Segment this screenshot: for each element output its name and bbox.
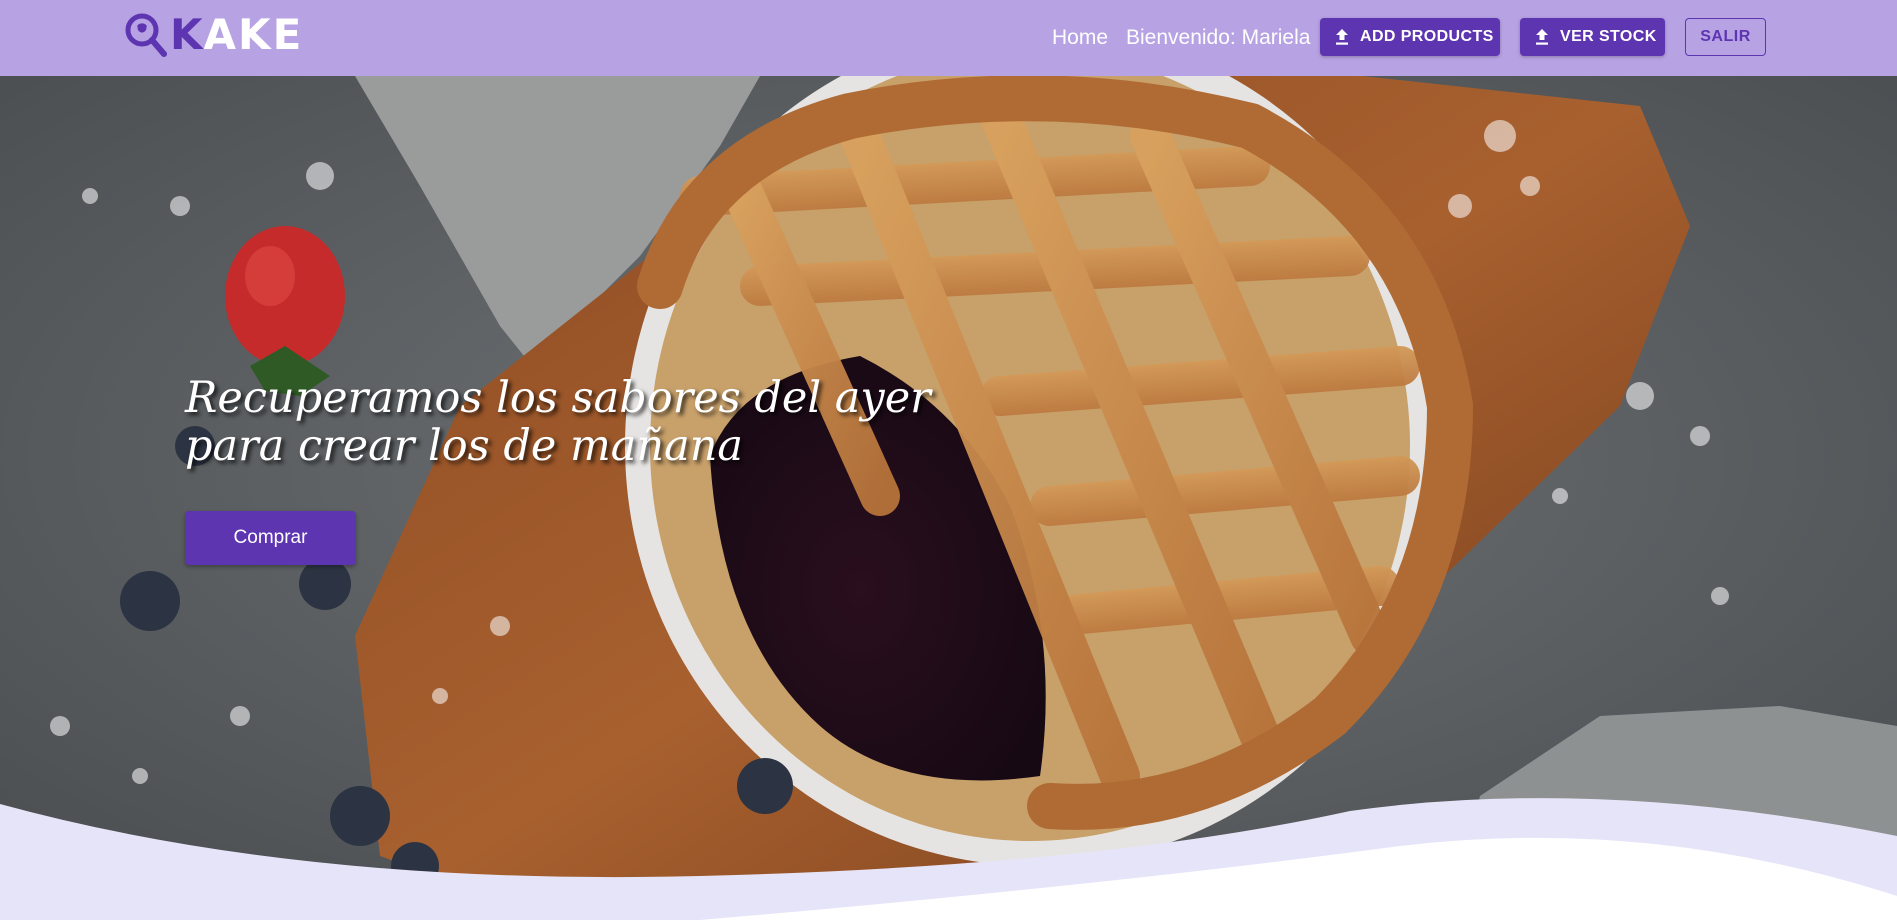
- nav-welcome-text: Bienvenido: Mariela: [1126, 26, 1311, 49]
- brand-logo[interactable]: K AKE: [124, 12, 303, 58]
- comprar-button[interactable]: Comprar: [185, 511, 356, 565]
- hero-title-line-1: Recuperamos los sabores del ayer: [185, 373, 931, 423]
- hero-title: Recuperamos los sabores del ayer para cr…: [185, 374, 931, 470]
- map-pin-search-icon: [124, 12, 168, 58]
- hero-bottom-wave: [0, 798, 1897, 920]
- salir-button[interactable]: SALIR: [1685, 18, 1766, 56]
- upload-icon: [1334, 28, 1350, 46]
- ver-stock-button[interactable]: VER STOCK: [1520, 18, 1665, 56]
- hero-banner: Recuperamos los sabores del ayer para cr…: [0, 76, 1897, 920]
- logo-letter-k: K: [170, 10, 204, 59]
- hero-title-line-2: para crear los de mañana: [185, 421, 744, 471]
- add-products-label: ADD PRODUCTS: [1360, 28, 1494, 45]
- nav-home-link[interactable]: Home: [1052, 24, 1108, 52]
- top-navbar: K AKE Home Bienvenido: Mariela ADD PRODU…: [0, 0, 1897, 76]
- add-products-button[interactable]: ADD PRODUCTS: [1320, 18, 1500, 56]
- ver-stock-label: VER STOCK: [1560, 28, 1657, 45]
- logo-wordmark: AKE: [203, 10, 304, 59]
- upload-icon: [1534, 28, 1550, 46]
